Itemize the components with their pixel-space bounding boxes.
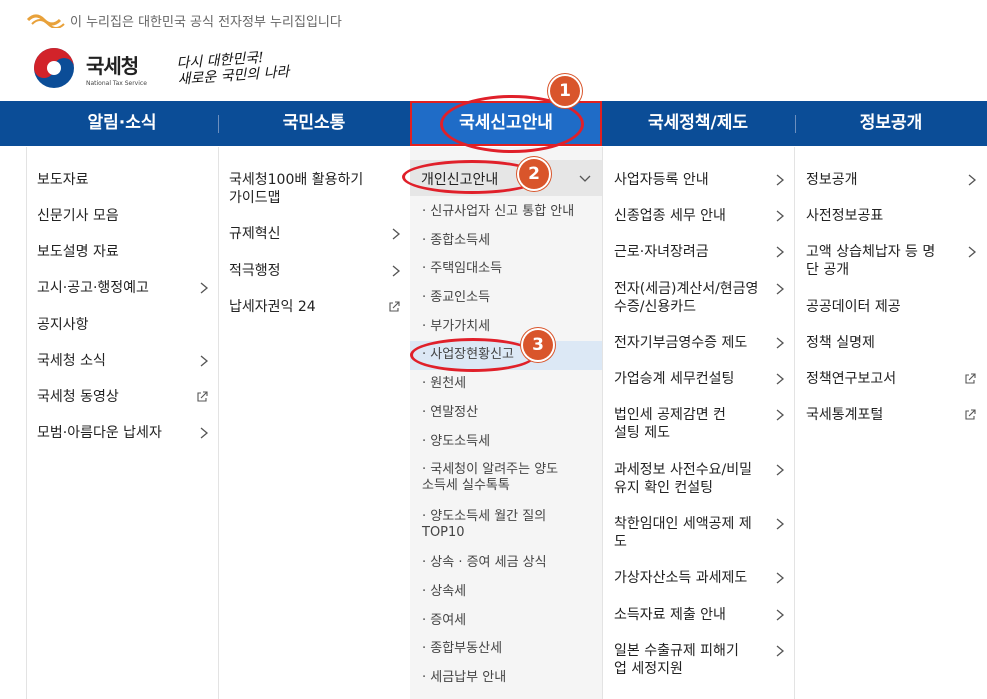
- chevron-right-icon: [776, 283, 785, 295]
- external-link-icon: [965, 409, 976, 420]
- submenu-item[interactable]: · 종합소득세: [422, 233, 490, 249]
- menu-notice[interactable]: 공지사항: [37, 316, 89, 334]
- menu-tax-statistics[interactable]: 국세통계포털: [806, 406, 883, 424]
- menu-press-explanation[interactable]: 보도설명 자료: [37, 243, 119, 261]
- submenu-item[interactable]: · 상속세: [422, 584, 466, 600]
- nav-notice[interactable]: 알림·소식: [26, 101, 218, 146]
- chevron-right-icon: [776, 174, 785, 186]
- chevron-right-icon: [776, 572, 785, 584]
- menu-pre-disclosure[interactable]: 사전정보공표: [806, 207, 883, 225]
- menu-earned-income-credit[interactable]: 근로·자녀장려금: [614, 243, 709, 261]
- menu-news-collection[interactable]: 신문기사 모음: [37, 207, 119, 225]
- submenu-item[interactable]: · 세금납부 안내: [422, 670, 506, 686]
- step-badge-3: 3: [523, 330, 553, 360]
- submenu-item[interactable]: · 원천세: [422, 376, 466, 392]
- submenu-item[interactable]: · 신규사업자 신고 통합 안내: [422, 204, 574, 220]
- submenu-item[interactable]: · 상속 · 증여 세금 상식: [422, 555, 547, 571]
- menu-e-donation-receipt[interactable]: 전자기부금영수증 제도: [614, 334, 747, 352]
- submenu-item[interactable]: · 종합부동산세: [422, 641, 502, 657]
- menu-nts-news[interactable]: 국세청 소식: [37, 352, 106, 370]
- chevron-right-icon: [776, 518, 785, 530]
- submenu-item[interactable]: · 증여세: [422, 613, 466, 629]
- chevron-right-icon: [776, 373, 785, 385]
- step-badge-1: 1: [550, 76, 580, 106]
- submenu-item[interactable]: · 종교인소득: [422, 290, 490, 306]
- menu-model-taxpayer[interactable]: 모범·아름다운 납세자: [37, 424, 162, 442]
- menu-good-landlord[interactable]: 착한임대인 세액공제 제도: [614, 515, 754, 551]
- nts-emblem-icon: [34, 48, 74, 88]
- chevron-right-icon: [392, 228, 401, 240]
- chevron-right-icon: [776, 609, 785, 621]
- menu-policy-research[interactable]: 정책연구보고서: [806, 370, 896, 388]
- external-link-icon: [389, 301, 400, 312]
- chevron-right-icon: [776, 645, 785, 657]
- nav-tax-policy[interactable]: 국세정책/제도: [602, 101, 794, 146]
- menu-e-invoice[interactable]: 전자(세금)계산서/현금영수증/신용카드: [614, 280, 764, 316]
- submenu-item[interactable]: · 부가가치세: [422, 319, 490, 335]
- menu-nts-video[interactable]: 국세청 동영상: [37, 388, 119, 406]
- chevron-right-icon: [200, 427, 209, 439]
- brand-name: 국세청: [86, 53, 139, 78]
- menu-guide-map[interactable]: 국세청100배 활용하기 가이드맵: [229, 171, 379, 207]
- menu-income-data-submission[interactable]: 소득자료 제출 안내: [614, 606, 726, 624]
- chevron-down-icon: [579, 175, 591, 182]
- gov-banner-text: 이 누리집은 대한민국 공식 전자정부 누리집입니다: [70, 15, 342, 30]
- submenu-item[interactable]: · 양도소득세: [422, 434, 490, 450]
- highlight-ring: [410, 338, 536, 372]
- chevron-right-icon: [776, 246, 785, 258]
- chevron-right-icon: [776, 210, 785, 222]
- chevron-right-icon: [968, 246, 977, 258]
- chevron-right-icon: [200, 282, 209, 294]
- nav-disclosure[interactable]: 정보공개: [795, 101, 987, 146]
- step-badge-2: 2: [519, 159, 549, 189]
- menu-regulation-reform[interactable]: 규제혁신: [229, 225, 281, 243]
- menu-tax-info-consulting[interactable]: 과세정보 사전수요/비밀유지 확인 컨설팅: [614, 461, 764, 497]
- menu-taxpayer-rights[interactable]: 납세자권익 24: [229, 298, 316, 316]
- menu-business-registration[interactable]: 사업자등록 안내: [614, 171, 709, 189]
- gov-banner: 이 누리집은 대한민국 공식 전자정부 누리집입니다: [0, 0, 987, 40]
- menu-info-disclosure[interactable]: 정보공개: [806, 171, 858, 189]
- menu-policy-real-name[interactable]: 정책 실명제: [806, 334, 875, 352]
- chevron-right-icon: [776, 464, 785, 476]
- egov-logo-icon: [26, 14, 65, 28]
- menu-corp-tax-consulting[interactable]: 법인세 공제감면 컨설팅 제도: [614, 406, 734, 442]
- chevron-right-icon: [776, 337, 785, 349]
- chevron-right-icon: [776, 409, 785, 421]
- chevron-right-icon: [968, 174, 977, 186]
- external-link-icon: [965, 373, 976, 384]
- nav-communication[interactable]: 국민소통: [218, 101, 410, 146]
- external-link-icon: [197, 391, 208, 402]
- submenu-item[interactable]: · 양도소득세 월간 질의 TOP10: [422, 509, 562, 541]
- menu-virtual-asset-tax[interactable]: 가상자산소득 과세제도: [614, 569, 747, 587]
- site-logo[interactable]: 국세청 National Tax Service 다시 대한민국! 새로운 국민…: [30, 44, 290, 92]
- menu-japan-export-support[interactable]: 일본 수출규제 피해기업 세정지원: [614, 642, 744, 678]
- menu-succession-consulting[interactable]: 가업승계 세무컨설팅: [614, 370, 734, 388]
- brand-name-en: National Tax Service: [86, 79, 147, 87]
- menu-new-business-tax[interactable]: 신종업종 세무 안내: [614, 207, 726, 225]
- menu-active-admin[interactable]: 적극행정: [229, 262, 281, 280]
- submenu-item[interactable]: · 국세청이 알려주는 양도소득세 실수톡톡: [422, 462, 562, 494]
- submenu-item[interactable]: · 연말정산: [422, 405, 478, 421]
- menu-public-data[interactable]: 공공데이터 제공: [806, 298, 901, 316]
- menu-announcement[interactable]: 고시·공고·행정예고: [37, 279, 149, 297]
- chevron-right-icon: [200, 355, 209, 367]
- menu-delinquent-list[interactable]: 고액 상습체납자 등 명단 공개: [806, 243, 936, 279]
- submenu-item[interactable]: · 주택임대소득: [422, 261, 502, 277]
- menu-press-release[interactable]: 보도자료: [37, 171, 89, 189]
- chevron-right-icon: [392, 265, 401, 277]
- slogan: 다시 대한민국! 새로운 국민의 나라: [175, 49, 290, 88]
